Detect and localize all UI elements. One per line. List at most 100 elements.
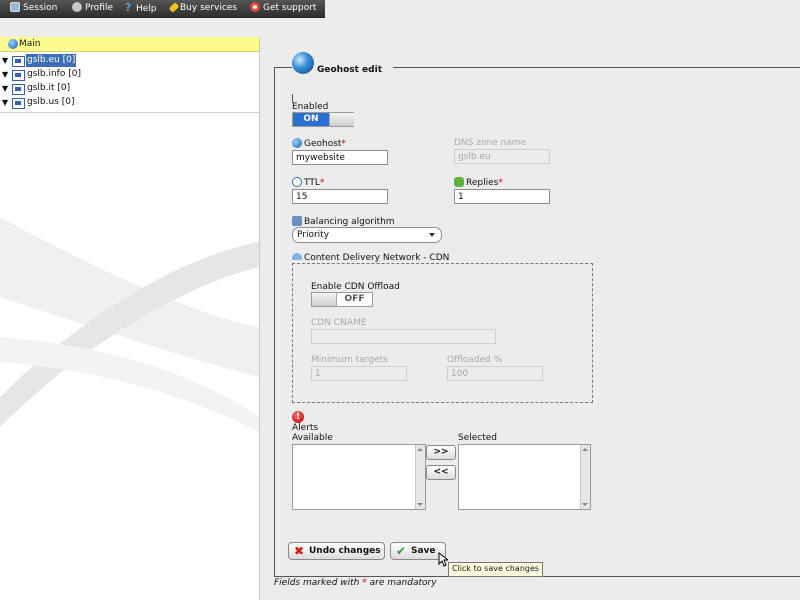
cdn-cname-input <box>311 329 496 344</box>
ttl-input[interactable]: 15 <box>292 189 388 204</box>
profile-icon <box>72 2 82 12</box>
chevron-down-icon <box>429 233 435 237</box>
min-targets-input: 1 <box>311 366 407 381</box>
lifebuoy-icon <box>250 2 260 12</box>
add-alert-button[interactable]: >> <box>426 445 456 460</box>
tree-item-label: gslb.eu [0] <box>26 54 77 67</box>
replies-label-text: Replies <box>466 178 499 188</box>
required-mark: * <box>498 178 503 188</box>
cdn-section-label: Content Delivery Network - CDN <box>292 253 449 263</box>
clock-icon <box>292 177 302 187</box>
tree-divider <box>0 112 259 113</box>
tree-item-gslb-it[interactable]: ▼ gslb.it [0] <box>2 82 82 95</box>
selected-label: Selected <box>458 433 498 443</box>
available-alerts-list[interactable] <box>292 444 426 510</box>
page-title: Geohost edit <box>317 65 382 75</box>
zone-icon <box>12 98 25 109</box>
undo-changes-button[interactable]: ✖ Undo changes <box>288 542 385 560</box>
tree-item-label: gslb.it [0] <box>27 83 71 93</box>
balancing-label-text: Balancing algorithm <box>304 217 395 227</box>
menu-profile[interactable]: Profile <box>72 0 113 17</box>
menu-help-label: Help <box>136 4 157 14</box>
undo-changes-label: Undo changes <box>309 546 381 556</box>
zone-icon <box>12 56 25 67</box>
zone-icon <box>12 84 25 95</box>
panel-legend: Geohost edit <box>292 52 393 78</box>
tree-root-main[interactable]: Main <box>0 37 259 52</box>
cloud-icon <box>292 253 302 260</box>
mandatory-suffix: are mandatory <box>369 578 437 588</box>
scrollbar[interactable] <box>580 445 590 509</box>
geohost-input[interactable]: mywebsite <box>292 150 388 165</box>
menu-session-label: Session <box>23 3 58 13</box>
offloaded-input: 100 <box>447 366 543 381</box>
tree-root-label: Main <box>19 39 41 49</box>
globe-icon <box>292 52 314 74</box>
tree-item-label: gslb.us [0] <box>27 97 75 107</box>
expand-arrow-icon[interactable]: ▼ <box>2 54 8 67</box>
toggle-off-text: OFF <box>337 293 372 306</box>
toggle-knob <box>329 113 354 126</box>
available-label: Available <box>292 433 333 443</box>
mandatory-prefix: Fields marked with <box>274 578 360 588</box>
required-mark: * <box>319 178 325 188</box>
cdn-enable-label: Enable CDN Offload <box>311 282 400 292</box>
required-mark: * <box>362 578 367 588</box>
replies-input[interactable]: 1 <box>454 189 550 204</box>
mandatory-note: Fields marked with * are mandatory <box>274 578 437 588</box>
red-x-icon: ✖ <box>294 544 305 558</box>
checkmark-icon: ✔ <box>396 544 407 558</box>
buy-services-icon <box>168 2 180 13</box>
network-icon <box>292 216 302 226</box>
ttl-label-text: TTL <box>304 178 320 188</box>
menu-get-support[interactable]: Get support <box>250 0 316 17</box>
tree-item-label: gslb.info [0] <box>27 69 81 79</box>
required-mark: * <box>341 139 346 149</box>
menu-buy-services-label: Buy services <box>180 3 237 13</box>
cdn-cname-label: CDN CNAME <box>311 318 367 328</box>
toggle-on-text: ON <box>293 113 329 126</box>
menu-get-support-label: Get support <box>263 3 317 13</box>
balancing-select[interactable]: Priority <box>292 227 442 243</box>
menu-profile-label: Profile <box>85 3 113 13</box>
expand-arrow-icon[interactable]: ▼ <box>2 96 8 109</box>
enabled-toggle[interactable]: ON <box>292 112 354 127</box>
scroll-down-icon[interactable] <box>417 503 423 506</box>
expand-arrow-icon[interactable]: ▼ <box>2 82 8 95</box>
zone-icon <box>12 70 25 81</box>
tree-item-gslb-eu[interactable]: ▼ gslb.eu [0] <box>2 54 82 67</box>
replies-label: Replies* <box>454 177 503 188</box>
scroll-up-icon[interactable] <box>582 448 588 451</box>
enabled-label: Enabled <box>292 102 329 112</box>
menu-session[interactable]: Session <box>10 0 57 17</box>
tree-item-gslb-us[interactable]: ▼ gslb.us [0] <box>2 96 82 109</box>
cdn-section-title: Content Delivery Network - CDN <box>304 253 450 263</box>
expand-arrow-icon[interactable]: ▼ <box>2 68 8 81</box>
globe-icon <box>8 39 18 49</box>
offloaded-label: Offloaded % <box>447 355 503 365</box>
dns-zone-label: DNS zone name <box>454 138 527 148</box>
balancing-value: Priority <box>297 230 330 240</box>
selected-alerts-list[interactable] <box>458 444 591 510</box>
geohost-label-text: Geohost <box>304 139 342 149</box>
scrollbar[interactable] <box>415 445 425 509</box>
toggle-knob <box>312 293 337 306</box>
geohost-label: Geohost* <box>292 138 346 149</box>
tree-item-gslb-info[interactable]: ▼ gslb.info [0] <box>2 68 82 81</box>
help-icon: ? <box>125 1 132 14</box>
alert-icon: ! <box>292 411 304 423</box>
globe-icon <box>292 138 302 148</box>
save-label: Save <box>411 546 436 556</box>
scroll-up-icon[interactable] <box>417 448 423 451</box>
decorative-swoosh <box>0 217 259 432</box>
remove-alert-button[interactable]: << <box>426 465 456 480</box>
menu-help[interactable]: ? Help <box>125 0 157 17</box>
scroll-down-icon[interactable] <box>582 503 588 506</box>
mouse-pointer-icon <box>438 552 448 567</box>
top-menu-bar: Session Profile ? Help Buy services Get s… <box>0 0 325 18</box>
cdn-offload-toggle[interactable]: OFF <box>311 292 373 307</box>
ttl-label: TTL* <box>292 177 324 188</box>
min-targets-label: Minimum targets <box>311 355 388 365</box>
menu-buy-services[interactable]: Buy services <box>168 0 237 17</box>
dns-zone-input: gslb.eu <box>454 149 550 164</box>
